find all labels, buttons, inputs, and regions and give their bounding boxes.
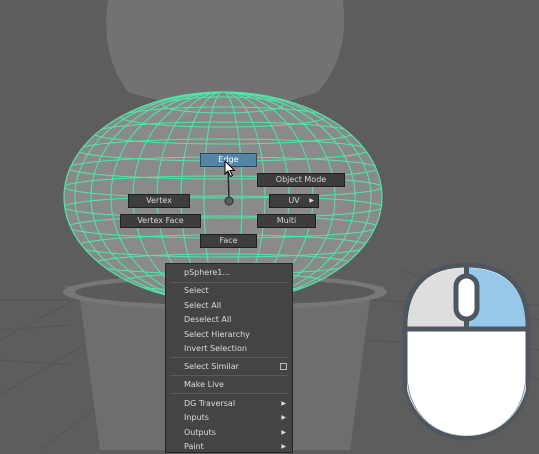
menu-item-select-similar[interactable]: Select Similar [166,360,292,374]
menu-item-label: Select [184,286,209,295]
marking-menu-vertex[interactable]: Vertex [128,194,190,208]
menu-item-label: Select Similar [184,362,239,371]
menu-item-deselect-all[interactable]: Deselect All [166,313,292,327]
context-menu: pSphere1... Select Select All Deselect A… [165,263,293,453]
menu-item-dg-traversal[interactable]: DG Traversal ▶ [166,397,292,411]
menu-item-label: Outputs [184,428,216,437]
menu-header-pSphere1[interactable]: pSphere1... [166,266,292,280]
menu-header-label: pSphere1... [184,268,230,277]
submenu-arrow-icon: ▶ [281,400,286,407]
vertex-face-label: Vertex Face [137,216,184,225]
arrow-pointer-icon [224,160,236,178]
menu-item-invert-selection[interactable]: Invert Selection [166,342,292,356]
menu-item-inputs[interactable]: Inputs ▶ [166,411,292,425]
uv-label: UV [288,196,300,205]
submenu-arrow-icon: ▶ [281,414,286,421]
option-box-icon[interactable] [280,363,287,370]
menu-item-label: Select All [184,301,222,310]
marking-menu-object-mode[interactable]: Object Mode [257,173,345,187]
menu-item-label: Inputs [184,413,209,422]
menu-item-label: DG Traversal [184,399,236,408]
mouse-right-button-icon [402,262,531,441]
vertex-label: Vertex [146,196,172,205]
submenu-arrow-icon: ▶ [281,443,286,450]
menu-separator [170,282,288,283]
menu-item-label: Make Live [184,380,224,389]
menu-separator [170,393,288,394]
submenu-arrow-icon: ▶ [281,429,286,436]
marking-menu-face[interactable]: Face [200,234,257,248]
object-mode-label: Object Mode [275,175,327,184]
face-label: Face [219,236,238,245]
menu-item-select[interactable]: Select [166,284,292,298]
menu-item-outputs[interactable]: Outputs ▶ [166,426,292,440]
menu-item-label: Select Hierarchy [184,330,250,339]
marking-menu-uv[interactable]: UV ▶ [269,194,319,208]
menu-item-paint[interactable]: Paint ▶ [166,440,292,454]
multi-label: Multi [276,216,297,225]
menu-item-select-all[interactable]: Select All [166,299,292,313]
menu-item-label: Invert Selection [184,344,247,353]
menu-item-select-hierarchy[interactable]: Select Hierarchy [166,328,292,342]
menu-item-label: Deselect All [184,315,232,324]
uv-submenu-arrow-icon: ▶ [309,197,314,204]
menu-separator [170,375,288,376]
menu-separator [170,357,288,358]
marking-menu-multi[interactable]: Multi [257,214,316,228]
marking-menu-vertex-face[interactable]: Vertex Face [120,214,201,228]
menu-item-make-live[interactable]: Make Live [166,378,292,392]
menu-item-label: Paint [184,442,204,451]
